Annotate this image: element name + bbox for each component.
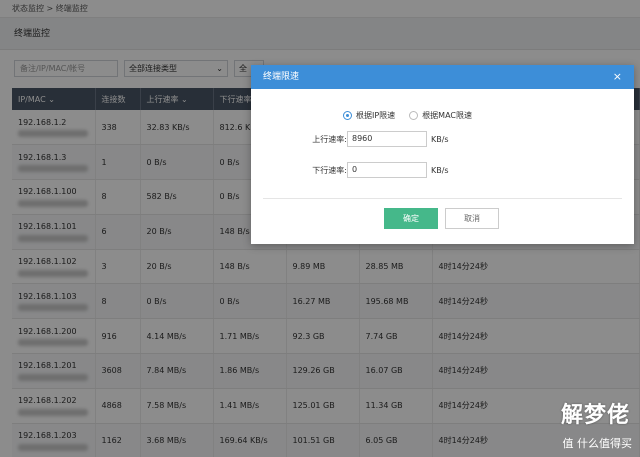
- close-icon[interactable]: ×: [613, 65, 622, 89]
- dialog-divider: [263, 198, 622, 199]
- watermark: 解梦佬 值 什么值得买: [476, 397, 636, 453]
- download-rate-row: 下行速率: 0 KB/s: [301, 162, 449, 178]
- upload-rate-input[interactable]: 8960: [347, 131, 427, 147]
- upload-rate-row: 上行速率: 8960 KB/s: [301, 131, 449, 147]
- limit-mode-group: 根据IP限速 根据MAC限速: [343, 110, 472, 121]
- watermark-title: 解梦佬: [560, 403, 630, 428]
- radio-selected-icon: [343, 111, 352, 120]
- download-rate-unit: KB/s: [431, 165, 449, 175]
- radio-unselected-icon: [409, 111, 419, 120]
- download-rate-input[interactable]: 0: [347, 162, 427, 178]
- confirm-button[interactable]: 确定: [384, 208, 438, 229]
- upload-rate-unit: KB/s: [431, 134, 449, 144]
- upload-rate-label: 上行速率:: [312, 134, 347, 144]
- watermark-subtitle: 值 什么值得买: [562, 437, 633, 450]
- radio-by-mac-label: 根据MAC限速: [422, 111, 473, 120]
- radio-by-ip[interactable]: 根据IP限速: [343, 110, 395, 121]
- cancel-button[interactable]: 取消: [445, 208, 499, 229]
- radio-by-mac[interactable]: 根据MAC限速: [409, 110, 472, 121]
- download-rate-label: 下行速率:: [312, 165, 347, 175]
- dialog-title: 终端限速: [263, 72, 300, 82]
- radio-by-ip-label: 根据IP限速: [356, 111, 396, 120]
- rate-limit-dialog: 终端限速 × 根据IP限速 根据MAC限速 上行速率: 8960 KB/s 下行…: [251, 65, 634, 244]
- dialog-header: 终端限速 ×: [251, 65, 634, 89]
